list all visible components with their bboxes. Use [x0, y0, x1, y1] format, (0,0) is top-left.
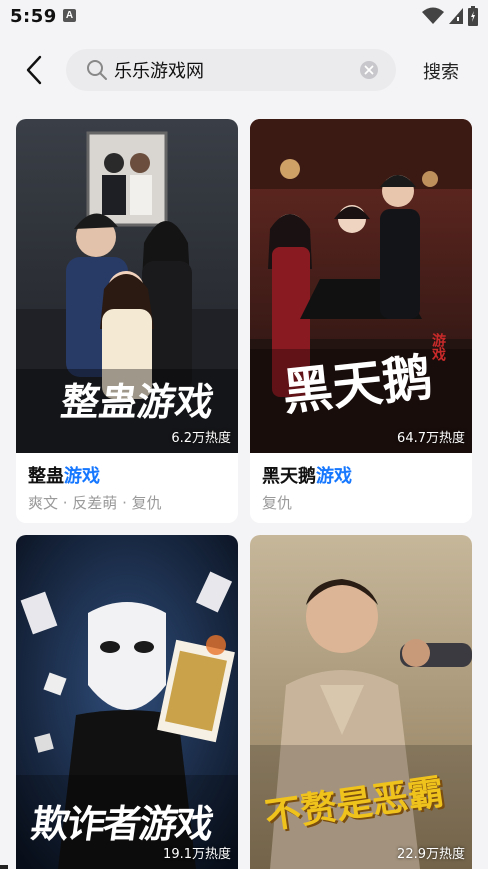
poster-title-art: 整蛊游戏	[58, 379, 217, 424]
wifi-icon	[422, 7, 444, 24]
chevron-left-icon	[26, 55, 42, 85]
heat-count: 6.2万热度	[171, 431, 231, 446]
search-input[interactable]: 乐乐游戏网	[114, 49, 354, 91]
title-keyword: 游戏	[316, 466, 352, 487]
poster-image: 欺诈者游戏 19.1万热度	[16, 535, 238, 869]
poster-image: 不赘是恶霸 22.9万热度	[250, 535, 472, 869]
drama-card[interactable]: 整蛊游戏 6.2万热度 整蛊游戏 爽文 · 反差萌 · 复仇	[16, 119, 238, 523]
card-title: 整蛊游戏	[28, 462, 100, 488]
status-indicators	[422, 6, 478, 26]
poster-image: 整蛊游戏 6.2万热度	[16, 119, 238, 453]
poster-title-art: 欺诈者游戏	[28, 801, 215, 846]
poster-subtitle-art: 游戏	[430, 333, 446, 361]
search-button[interactable]: 搜索	[423, 58, 459, 84]
card-tags: 复仇	[262, 494, 293, 512]
title-text: 黑天鹅	[262, 466, 316, 487]
heat-count: 64.7万热度	[397, 431, 465, 446]
app-notification-icon: A	[63, 9, 76, 22]
status-bar: 5:59 A	[0, 0, 488, 34]
back-button[interactable]	[18, 52, 52, 88]
search-icon	[87, 60, 107, 80]
clear-icon[interactable]	[360, 61, 378, 79]
poster-image: 黑天鹅 游戏 64.7万热度	[250, 119, 472, 453]
search-header: 乐乐游戏网 搜索	[0, 34, 488, 106]
search-box[interactable]: 乐乐游戏网	[66, 49, 396, 91]
battery-icon	[468, 6, 478, 26]
heat-count: 22.9万热度	[397, 847, 465, 862]
status-time: 5:59	[10, 6, 57, 27]
drama-card[interactable]: 欺诈者游戏 19.1万热度	[16, 535, 238, 869]
title-text: 整蛊	[28, 466, 64, 487]
title-keyword: 游戏	[64, 466, 100, 487]
cell-signal-icon	[449, 8, 463, 24]
card-tags: 爽文 · 反差萌 · 复仇	[28, 494, 162, 512]
drama-card[interactable]: 不赘是恶霸 22.9万热度	[250, 535, 472, 869]
gesture-indicator	[0, 865, 8, 869]
heat-count: 19.1万热度	[163, 847, 231, 862]
card-title: 黑天鹅游戏	[262, 462, 352, 488]
drama-card[interactable]: 黑天鹅 游戏 64.7万热度 黑天鹅游戏 复仇	[250, 119, 472, 523]
